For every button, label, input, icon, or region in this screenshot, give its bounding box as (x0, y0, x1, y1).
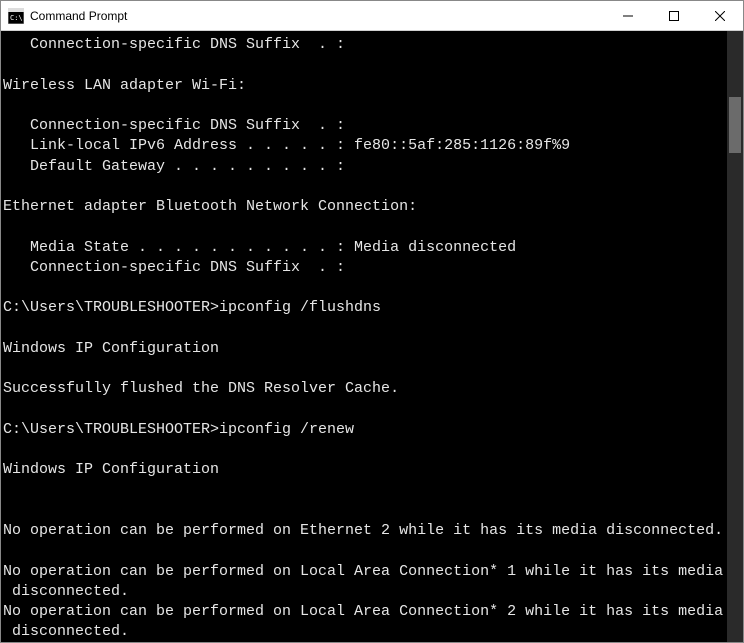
scrollbar-thumb[interactable] (729, 97, 741, 153)
titlebar[interactable]: C:\ Command Prompt (1, 1, 743, 31)
console-output[interactable]: Connection-specific DNS Suffix . : Wirel… (1, 31, 727, 642)
cmd-icon: C:\ (8, 8, 24, 24)
minimize-button[interactable] (605, 1, 651, 30)
window-title: Command Prompt (30, 9, 605, 23)
window-controls (605, 1, 743, 30)
console-area: Connection-specific DNS Suffix . : Wirel… (1, 31, 743, 642)
maximize-button[interactable] (651, 1, 697, 30)
command-prompt-window: C:\ Command Prompt Connection-specific D… (0, 0, 744, 643)
svg-text:C:\: C:\ (10, 14, 23, 22)
close-button[interactable] (697, 1, 743, 30)
vertical-scrollbar[interactable] (727, 31, 743, 642)
